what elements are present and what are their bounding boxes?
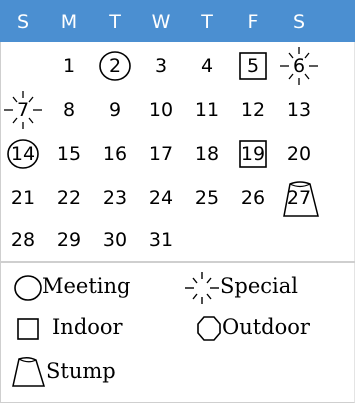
day-cell[interactable]: 31	[138, 218, 184, 262]
day-number: 7	[16, 99, 30, 121]
circle-icon	[14, 275, 42, 301]
day-cell[interactable]: 24	[138, 176, 184, 220]
day-cell[interactable]: 6	[276, 44, 322, 88]
day-number: 28	[10, 229, 36, 251]
day-cell[interactable]: 13	[276, 88, 322, 132]
square-icon	[17, 318, 39, 340]
stump-icon	[12, 356, 46, 387]
empty-day-cell	[230, 218, 276, 262]
day-number: 9	[108, 99, 122, 121]
day-cell[interactable]: 20	[276, 132, 322, 176]
day-number: 17	[148, 143, 174, 165]
day-cell[interactable]: 17	[138, 132, 184, 176]
day-number: 26	[240, 187, 266, 209]
day-number: 29	[56, 229, 82, 251]
day-number: 2	[108, 55, 122, 77]
day-number: 3	[154, 55, 168, 77]
day-number: 19	[240, 143, 266, 165]
day-cell[interactable]: 1	[46, 44, 92, 88]
day-number: 4	[200, 55, 214, 77]
legend-indoor-label: Indoor	[52, 315, 123, 339]
weekday-monday: M	[60, 11, 78, 33]
day-cell[interactable]: 28	[0, 218, 46, 262]
day-number: 27	[286, 187, 312, 209]
legend-outdoor-label: Outdoor	[222, 315, 310, 339]
day-number: 23	[102, 187, 128, 209]
day-cell[interactable]: 29	[46, 218, 92, 262]
day-number: 31	[148, 229, 174, 251]
empty-day-cell	[184, 218, 230, 262]
day-number: 30	[102, 229, 128, 251]
legend-special-label: Special	[220, 274, 298, 298]
weekday-tuesday: T	[109, 11, 121, 33]
day-number: 12	[240, 99, 266, 121]
day-number: 10	[148, 99, 174, 121]
day-cell[interactable]: 7	[0, 88, 46, 132]
day-number: 1	[62, 55, 76, 77]
weekday-wednesday: W	[151, 11, 171, 33]
weekday-saturday: S	[292, 11, 306, 33]
day-cell[interactable]: 30	[92, 218, 138, 262]
day-cell[interactable]: 18	[184, 132, 230, 176]
day-number: 24	[148, 187, 174, 209]
starburst-icon	[185, 272, 219, 304]
day-number: 22	[56, 187, 82, 209]
day-number: 16	[102, 143, 128, 165]
legend-stump-label: Stump	[46, 359, 116, 383]
day-number: 21	[10, 187, 36, 209]
day-cell[interactable]: 11	[184, 88, 230, 132]
day-number: 20	[286, 143, 312, 165]
weekday-friday: F	[247, 11, 259, 33]
weekday-sunday: S	[16, 11, 30, 33]
day-cell[interactable]: 2	[92, 44, 138, 88]
day-cell[interactable]: 22	[46, 176, 92, 220]
day-number: 25	[194, 187, 220, 209]
day-cell[interactable]: 5	[230, 44, 276, 88]
day-cell[interactable]: 9	[92, 88, 138, 132]
day-cell[interactable]: 23	[92, 176, 138, 220]
legend-meeting-label: Meeting	[42, 274, 131, 298]
day-cell[interactable]: 25	[184, 176, 230, 220]
empty-day-cell	[276, 218, 322, 262]
day-number: 5	[246, 55, 260, 77]
day-cell[interactable]: 16	[92, 132, 138, 176]
day-cell[interactable]: 10	[138, 88, 184, 132]
day-cell[interactable]: 27	[276, 176, 322, 220]
empty-day-cell	[0, 44, 46, 88]
day-cell[interactable]: 4	[184, 44, 230, 88]
day-number: 6	[292, 55, 306, 77]
day-number: 14	[10, 143, 36, 165]
day-cell[interactable]: 26	[230, 176, 276, 220]
day-cell[interactable]: 21	[0, 176, 46, 220]
weekday-header: S M T W T F S	[0, 0, 355, 42]
day-number: 13	[286, 99, 312, 121]
day-number: 18	[194, 143, 220, 165]
day-cell[interactable]: 3	[138, 44, 184, 88]
weekday-thursday: T	[201, 11, 213, 33]
day-cell[interactable]: 19	[230, 132, 276, 176]
day-cell[interactable]: 12	[230, 88, 276, 132]
day-number: 11	[194, 99, 220, 121]
day-number: 8	[62, 99, 76, 121]
day-cell[interactable]: 8	[46, 88, 92, 132]
octagon-icon	[197, 316, 221, 341]
day-cell[interactable]: 14	[0, 132, 46, 176]
legend-divider	[0, 261, 355, 263]
day-cell[interactable]: 15	[46, 132, 92, 176]
day-number: 15	[56, 143, 82, 165]
